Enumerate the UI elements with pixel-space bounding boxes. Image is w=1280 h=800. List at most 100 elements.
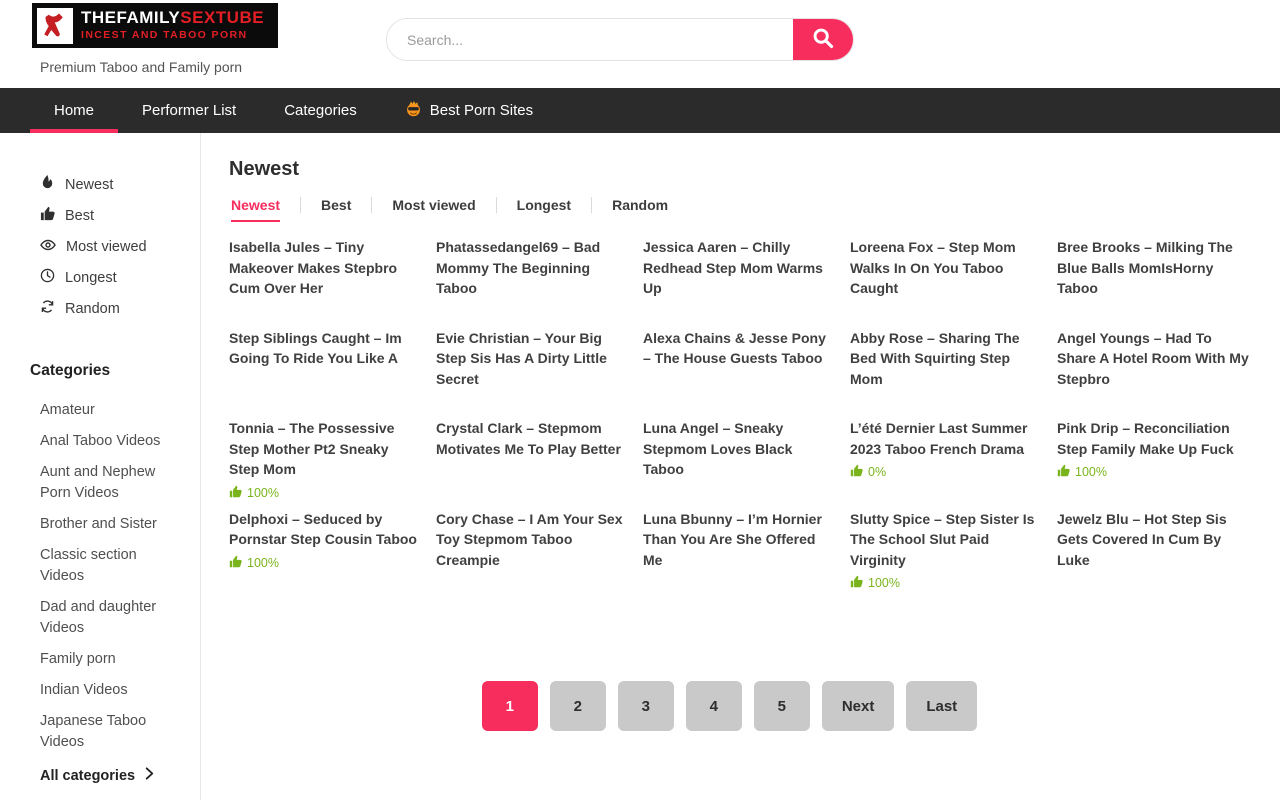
video-title-link[interactable]: Angel Youngs – Had To Share A Hotel Room… bbox=[1057, 328, 1249, 390]
video-title-link[interactable]: Crystal Clark – Stepmom Motivates Me To … bbox=[436, 418, 628, 459]
category-item-family-porn[interactable]: Family porn bbox=[40, 649, 168, 670]
video-title-link[interactable]: Jewelz Blu – Hot Step Sis Gets Covered I… bbox=[1057, 509, 1249, 571]
sidebar-item-random[interactable]: Random bbox=[40, 293, 200, 324]
page-button-3[interactable]: 3 bbox=[618, 681, 674, 731]
clock-icon bbox=[40, 268, 55, 287]
tab-longest[interactable]: Longest bbox=[496, 197, 591, 213]
logo-title: THEFAMILYSEXTUBE bbox=[81, 9, 264, 28]
video-title-link[interactable]: Pink Drip – Reconciliation Step Family M… bbox=[1057, 418, 1249, 459]
main-content: Newest Newest Best Most viewed Longest R… bbox=[201, 133, 1280, 800]
sidebar-item-best[interactable]: Best bbox=[40, 200, 200, 231]
nav-item-categories[interactable]: Categories bbox=[260, 88, 381, 133]
header: THEFAMILYSEXTUBE INCEST AND TABOO PORN P… bbox=[0, 0, 1280, 88]
sidebar-item-most-viewed[interactable]: Most viewed bbox=[40, 231, 200, 262]
tab-best[interactable]: Best bbox=[300, 197, 371, 213]
site-logo[interactable]: THEFAMILYSEXTUBE INCEST AND TABOO PORN bbox=[32, 3, 278, 48]
video-title-link[interactable]: Luna Bbunny – I’m Hornier Than You Are S… bbox=[643, 509, 835, 571]
video-card: Bree Brooks – Milking The Blue Balls Mom… bbox=[1057, 237, 1249, 328]
thumbs-up-icon bbox=[229, 555, 242, 571]
category-item-classic-section[interactable]: Classic section Videos bbox=[40, 545, 168, 587]
category-item-anal-taboo[interactable]: Anal Taboo Videos bbox=[40, 431, 168, 452]
all-categories-link[interactable]: All categories bbox=[40, 767, 200, 784]
video-card: Crystal Clark – Stepmom Motivates Me To … bbox=[436, 418, 628, 509]
video-title-link[interactable]: Phatassedangel69 – Bad Mommy The Beginni… bbox=[436, 237, 628, 299]
main-nav: Home Performer List Categories Best Porn… bbox=[0, 88, 1280, 133]
video-card: Delphoxi – Seduced by Pornstar Step Cous… bbox=[229, 509, 421, 600]
tab-random[interactable]: Random bbox=[591, 197, 688, 213]
flame-icon bbox=[40, 175, 55, 194]
page-button-1[interactable]: 1 bbox=[482, 681, 538, 731]
chevron-right-icon bbox=[144, 767, 155, 784]
categories-heading: Categories bbox=[30, 362, 200, 380]
video-rating: 100% bbox=[850, 575, 1042, 591]
video-card: Luna Bbunny – I’m Hornier Than You Are S… bbox=[643, 509, 835, 600]
video-title-link[interactable]: Jessica Aaren – Chilly Redhead Step Mom … bbox=[643, 237, 835, 299]
video-title-link[interactable]: L’été Dernier Last Summer 2023 Taboo Fre… bbox=[850, 418, 1042, 459]
tab-newest[interactable]: Newest bbox=[229, 197, 300, 213]
logo-figure-icon bbox=[37, 8, 73, 44]
category-item-indian[interactable]: Indian Videos bbox=[40, 680, 168, 701]
category-item-japanese-taboo[interactable]: Japanese Taboo Videos bbox=[40, 711, 168, 753]
video-title-link[interactable]: Tonnia – The Possessive Step Mother Pt2 … bbox=[229, 418, 421, 480]
sidebar-item-longest[interactable]: Longest bbox=[40, 262, 200, 293]
sidebar: Newest Best Most viewed Longest bbox=[0, 133, 201, 800]
video-card: Cory Chase – I Am Your Sex Toy Stepmom T… bbox=[436, 509, 628, 600]
video-title-link[interactable]: Step Siblings Caught – Im Going To Ride … bbox=[229, 328, 421, 369]
video-title-link[interactable]: Delphoxi – Seduced by Pornstar Step Cous… bbox=[229, 509, 421, 550]
video-title-link[interactable]: Luna Angel – Sneaky Stepmom Loves Black … bbox=[643, 418, 835, 480]
pagination: 1 2 3 4 5 Next Last bbox=[229, 681, 1280, 731]
next-page-button[interactable]: Next bbox=[822, 681, 895, 731]
video-card: Isabella Jules – Tiny Makeover Makes Ste… bbox=[229, 237, 421, 328]
video-card: Abby Rose – Sharing The Bed With Squirti… bbox=[850, 328, 1042, 419]
video-card: Jewelz Blu – Hot Step Sis Gets Covered I… bbox=[1057, 509, 1249, 600]
video-title-link[interactable]: Evie Christian – Your Big Step Sis Has A… bbox=[436, 328, 628, 390]
video-grid: Isabella Jules – Tiny Makeover Makes Ste… bbox=[229, 237, 1280, 599]
logo-subtitle: INCEST AND TABOO PORN bbox=[81, 30, 264, 42]
video-rating: 100% bbox=[1057, 464, 1249, 480]
nav-item-home[interactable]: Home bbox=[30, 88, 118, 133]
video-title-link[interactable]: Cory Chase – I Am Your Sex Toy Stepmom T… bbox=[436, 509, 628, 571]
video-card: Angel Youngs – Had To Share A Hotel Room… bbox=[1057, 328, 1249, 419]
page-button-5[interactable]: 5 bbox=[754, 681, 810, 731]
search-form bbox=[386, 18, 854, 61]
category-item-brother-sister[interactable]: Brother and Sister bbox=[40, 514, 168, 535]
video-card: Alexa Chains & Jesse Pony – The House Gu… bbox=[643, 328, 835, 419]
video-title-link[interactable]: Bree Brooks – Milking The Blue Balls Mom… bbox=[1057, 237, 1249, 299]
video-title-link[interactable]: Abby Rose – Sharing The Bed With Squirti… bbox=[850, 328, 1042, 390]
category-item-aunt-nephew[interactable]: Aunt and Nephew Porn Videos bbox=[40, 462, 168, 504]
page-button-2[interactable]: 2 bbox=[550, 681, 606, 731]
sidebar-item-newest[interactable]: Newest bbox=[40, 169, 200, 200]
video-card: Pink Drip – Reconciliation Step Family M… bbox=[1057, 418, 1249, 509]
video-title-link[interactable]: Slutty Spice – Step Sister Is The School… bbox=[850, 509, 1042, 571]
video-rating: 0% bbox=[850, 464, 1042, 480]
last-page-button[interactable]: Last bbox=[906, 681, 977, 731]
search-input[interactable] bbox=[387, 19, 793, 60]
video-rating: 100% bbox=[229, 555, 421, 571]
video-title-link[interactable]: Isabella Jules – Tiny Makeover Makes Ste… bbox=[229, 237, 421, 299]
video-card: Slutty Spice – Step Sister Is The School… bbox=[850, 509, 1042, 600]
nav-item-performer-list[interactable]: Performer List bbox=[118, 88, 260, 133]
category-item-amateur[interactable]: Amateur bbox=[40, 400, 168, 421]
thumbs-up-icon bbox=[850, 464, 863, 480]
thumbs-up-icon bbox=[229, 485, 242, 501]
video-title-link[interactable]: Loreena Fox – Step Mom Walks In On You T… bbox=[850, 237, 1042, 299]
video-title-link[interactable]: Alexa Chains & Jesse Pony – The House Gu… bbox=[643, 328, 835, 369]
video-card: Tonnia – The Possessive Step Mother Pt2 … bbox=[229, 418, 421, 509]
eye-icon bbox=[40, 237, 56, 257]
page-button-4[interactable]: 4 bbox=[686, 681, 742, 731]
video-card: Evie Christian – Your Big Step Sis Has A… bbox=[436, 328, 628, 419]
thumbs-up-icon bbox=[850, 575, 863, 591]
page-title: Newest bbox=[229, 158, 1280, 181]
video-rating: 100% bbox=[229, 485, 421, 501]
category-item-dad-daughter[interactable]: Dad and daughter Videos bbox=[40, 597, 168, 639]
thumbs-up-icon bbox=[1057, 464, 1070, 480]
tab-most-viewed[interactable]: Most viewed bbox=[371, 197, 495, 213]
search-button[interactable] bbox=[793, 19, 853, 60]
video-card: Jessica Aaren – Chilly Redhead Step Mom … bbox=[643, 237, 835, 328]
video-card: Phatassedangel69 – Bad Mommy The Beginni… bbox=[436, 237, 628, 328]
sync-icon bbox=[40, 299, 55, 318]
video-card: Step Siblings Caught – Im Going To Ride … bbox=[229, 328, 421, 419]
nav-item-best-porn-sites[interactable]: Best Porn Sites bbox=[381, 88, 557, 133]
categories-list: Amateur Anal Taboo Videos Aunt and Nephe… bbox=[30, 400, 200, 753]
video-card: Loreena Fox – Step Mom Walks In On You T… bbox=[850, 237, 1042, 328]
